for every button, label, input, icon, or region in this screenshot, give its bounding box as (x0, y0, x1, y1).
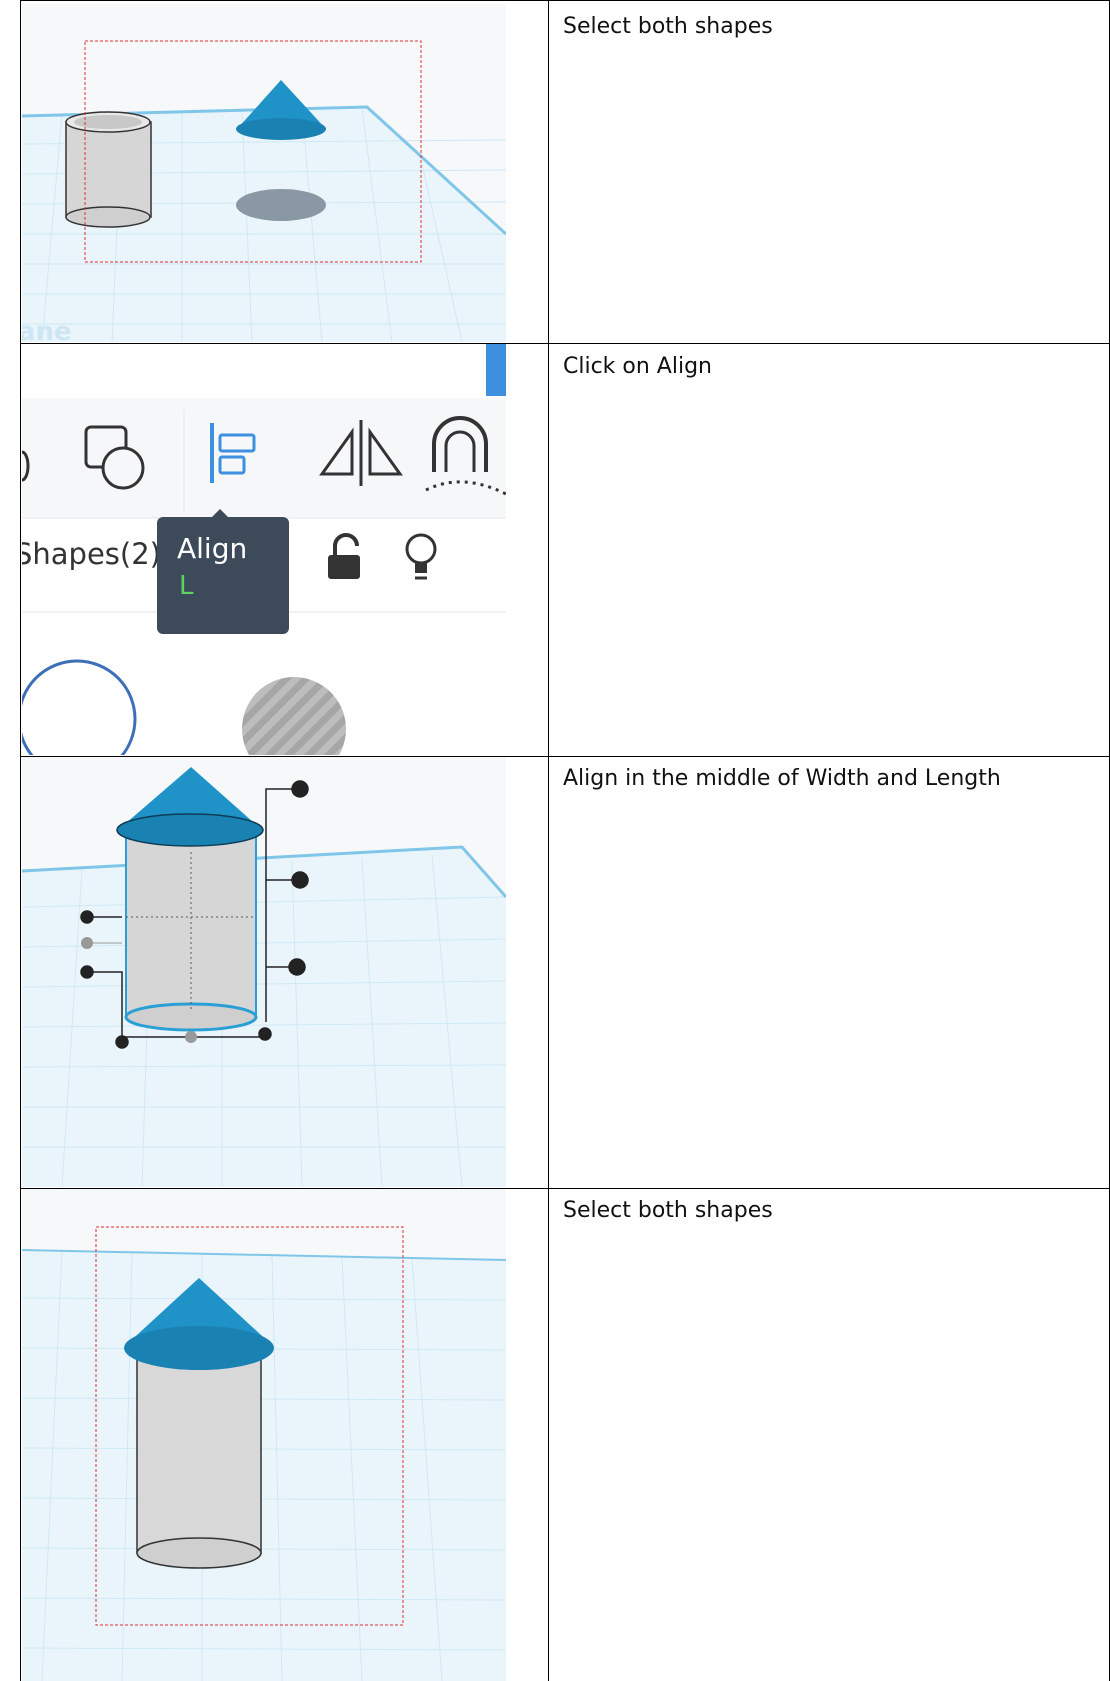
workplane-label: ane (22, 317, 72, 342)
workplane-scene-3 (22, 757, 506, 1187)
workplane-scene-4 (22, 1188, 506, 1681)
tooltip-shortcut: L (179, 571, 194, 601)
table-row: Align in the middle of Width and Length (0, 756, 1110, 1188)
table-row: ane Select both shapes (0, 0, 1110, 343)
screenshot-aligned-shapes (22, 757, 506, 1187)
instruction-text: Select both shapes (563, 14, 773, 39)
tooltip-title: Align (177, 532, 247, 565)
screenshot-align-toolbar: Shapes(2) Align L (22, 344, 506, 755)
toolbar-scene: Shapes(2) Align L (22, 344, 506, 755)
shapes-count-label: Shapes(2) (22, 537, 161, 571)
table-border-top (20, 0, 1110, 1)
table-row-divider (20, 343, 1110, 344)
cylinder-shape (65, 111, 152, 228)
instruction-text: Align in the middle of Width and Length (563, 766, 1001, 791)
table-border-left (20, 0, 21, 1681)
table-row-divider (20, 756, 1110, 757)
instruction-text: Click on Align (563, 354, 712, 379)
toolbar-edge (486, 344, 506, 396)
table-border-middle (548, 0, 549, 1681)
workplane-scene-1: ane (22, 4, 506, 342)
table-row: Shapes(2) Align L Click on Align (0, 343, 1110, 756)
table-row-divider (20, 1188, 1110, 1189)
table-row: Select both shapes (0, 1188, 1110, 1681)
instruction-table: ane Select both shapes Shapes(2) Align L… (0, 0, 1110, 1681)
screenshot-select-grouped (22, 1188, 506, 1681)
instruction-text: Select both shapes (563, 1198, 773, 1223)
screenshot-select-shapes: ane (22, 4, 506, 342)
